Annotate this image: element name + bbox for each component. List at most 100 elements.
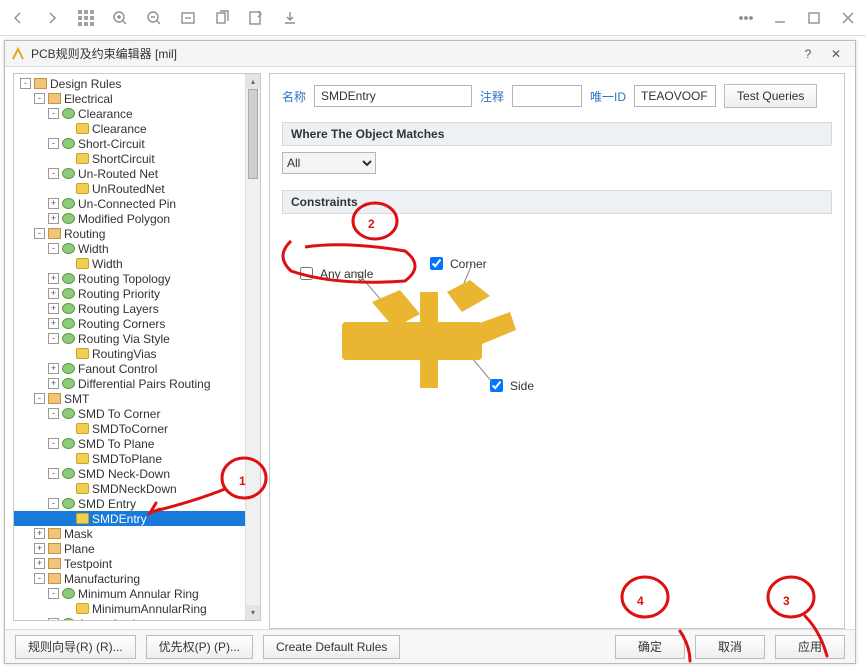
uid-input[interactable] — [634, 85, 716, 107]
tree-node[interactable]: -Routing Via Style — [14, 331, 260, 346]
tree-node[interactable]: +Plane — [14, 541, 260, 556]
cancel-button[interactable]: 取消 — [695, 635, 765, 659]
tree-node[interactable]: +Routing Topology — [14, 271, 260, 286]
tree-node[interactable]: ShortCircuit — [14, 151, 260, 166]
tree-node[interactable]: -SMD To Corner — [14, 406, 260, 421]
tree-node[interactable]: -SMT — [14, 391, 260, 406]
tree-node[interactable]: +Differential Pairs Routing — [14, 376, 260, 391]
constraints-diagram: Any angle Corner Side — [282, 222, 832, 432]
tree-node[interactable]: -Electrical — [14, 91, 260, 106]
comment-label: 注释 — [480, 88, 504, 105]
dialog-titlebar[interactable]: PCB规则及约束编辑器 [mil] ? ✕ — [5, 41, 855, 67]
rule-wizard-button[interactable]: 规则向导(R) (R)... — [15, 635, 136, 659]
tree-node-label: Routing Via Style — [78, 332, 170, 346]
tree-node-label: UnRoutedNet — [92, 182, 165, 196]
where-select[interactable]: All — [282, 152, 376, 174]
rule-icon — [76, 153, 89, 164]
tree-node[interactable]: MinimumAnnularRing — [14, 601, 260, 616]
back-icon[interactable] — [10, 10, 26, 26]
tree-node[interactable]: SMDToCorner — [14, 421, 260, 436]
tree-node-label: SMD Entry — [78, 497, 136, 511]
rule-icon — [62, 288, 75, 299]
download-icon[interactable] — [282, 10, 298, 26]
priority-button[interactable]: 优先权(P) (P)... — [146, 635, 253, 659]
tree-node[interactable]: +Modified Polygon — [14, 211, 260, 226]
tree-node[interactable]: +Mask — [14, 526, 260, 541]
constraints-header: Constraints — [282, 190, 832, 214]
tree-node[interactable]: -SMD To Plane — [14, 436, 260, 451]
tree-node[interactable]: -Routing — [14, 226, 260, 241]
fit-width-icon[interactable] — [180, 10, 196, 26]
zoom-in-icon[interactable] — [112, 10, 128, 26]
tree-node-label: Routing Topology — [78, 272, 171, 286]
folder-icon — [48, 558, 61, 569]
tree-node[interactable]: +Routing Layers — [14, 301, 260, 316]
help-button[interactable]: ? — [795, 43, 821, 65]
tree-node-label: RoutingVias — [92, 347, 157, 361]
create-defaults-button[interactable]: Create Default Rules — [263, 635, 400, 659]
close-icon[interactable] — [840, 10, 856, 26]
tree-node[interactable]: +Routing Corners — [14, 316, 260, 331]
edit-icon[interactable] — [248, 10, 264, 26]
tree-node[interactable]: -SMD Entry — [14, 496, 260, 511]
tree-node[interactable]: Width — [14, 256, 260, 271]
tree-node[interactable]: +Routing Priority — [14, 286, 260, 301]
tree-node-label: Routing Priority — [78, 287, 160, 301]
tree-node[interactable]: +Fanout Control — [14, 361, 260, 376]
rules-tree[interactable]: -Design Rules-Electrical-ClearanceCleara… — [13, 73, 261, 621]
tree-node-label: SMD To Plane — [78, 437, 154, 451]
rule-icon — [62, 303, 75, 314]
forward-icon[interactable] — [44, 10, 60, 26]
tree-node[interactable]: -Design Rules — [14, 76, 260, 91]
test-queries-button[interactable]: Test Queries — [724, 84, 817, 108]
grid-icon[interactable] — [78, 10, 94, 26]
comment-input[interactable] — [512, 85, 582, 107]
tree-node[interactable]: UnRoutedNet — [14, 181, 260, 196]
rule-icon — [62, 213, 75, 224]
folder-icon — [34, 78, 47, 89]
tree-node[interactable]: Clearance — [14, 121, 260, 136]
tree-node-label: ShortCircuit — [92, 152, 155, 166]
apply-button[interactable]: 应用 — [775, 635, 845, 659]
tree-node-label: Manufacturing — [64, 572, 140, 586]
tree-node[interactable]: SMDNeckDown — [14, 481, 260, 496]
dialog-footer: 规则向导(R) (R)... 优先权(P) (P)... Create Defa… — [5, 629, 855, 663]
zoom-out-icon[interactable] — [146, 10, 162, 26]
rule-icon — [76, 258, 89, 269]
rule-icon — [62, 588, 75, 599]
tree-node[interactable]: -Short-Circuit — [14, 136, 260, 151]
tree-node[interactable]: SMDToPlane — [14, 451, 260, 466]
rule-panel: 名称 注释 唯一ID Test Queries Where The Object… — [269, 73, 845, 629]
scrollbar-thumb[interactable] — [248, 89, 258, 179]
dialog-close-button[interactable]: ✕ — [823, 43, 849, 65]
tree-node[interactable]: -Clearance — [14, 106, 260, 121]
copy-icon[interactable] — [214, 10, 230, 26]
rule-icon — [76, 183, 89, 194]
tree-node[interactable]: +Testpoint — [14, 556, 260, 571]
name-input[interactable] — [314, 85, 472, 107]
rule-icon — [62, 438, 75, 449]
tree-node[interactable]: SMDEntry — [14, 511, 260, 526]
minimize-icon[interactable] — [772, 10, 788, 26]
tree-node-label: Electrical — [64, 92, 113, 106]
maximize-icon[interactable] — [806, 10, 822, 26]
tree-node[interactable]: -Width — [14, 241, 260, 256]
folder-icon — [48, 528, 61, 539]
tree-scrollbar[interactable]: ▴ ▾ — [245, 74, 260, 620]
smd-entry-graphic — [302, 252, 532, 422]
tree-node[interactable]: -SMD Neck-Down — [14, 466, 260, 481]
tree-node[interactable]: -Manufacturing — [14, 571, 260, 586]
tree-node[interactable]: +Un-Connected Pin — [14, 196, 260, 211]
tree-node[interactable]: -Minimum Annular Ring — [14, 586, 260, 601]
tree-node-label: Un-Connected Pin — [78, 197, 176, 211]
ok-button[interactable]: 确定 — [615, 635, 685, 659]
tree-node[interactable]: -Un-Routed Net — [14, 166, 260, 181]
tree-node[interactable]: -Acute Angle — [14, 616, 260, 621]
rule-icon — [62, 108, 75, 119]
more-icon[interactable] — [738, 10, 754, 26]
rule-icon — [76, 123, 89, 134]
tree-node[interactable]: RoutingVias — [14, 346, 260, 361]
rule-icon — [62, 273, 75, 284]
tree-node-label: SMDNeckDown — [92, 482, 177, 496]
tree-node-label: Fanout Control — [78, 362, 157, 376]
